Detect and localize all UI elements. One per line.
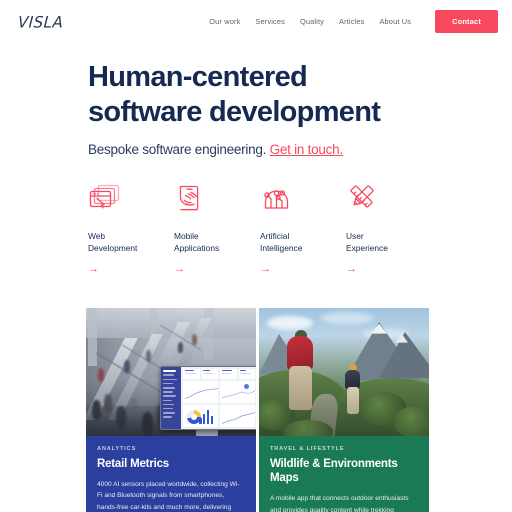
- service-user-experience[interactable]: User Experience →: [346, 183, 432, 275]
- hero-title-line-1: Human-centered: [88, 61, 308, 93]
- brand-logo[interactable]: VISLA: [17, 12, 64, 31]
- nav-item-services[interactable]: Services: [255, 17, 285, 26]
- card-retail-metrics[interactable]: ANALYTICS Retail Metrics 4000 AI sensors…: [86, 307, 256, 512]
- nav-item-about-us[interactable]: About Us: [379, 17, 411, 26]
- card-body: TRAVEL & LIFESTYLE Wildlife & Environmen…: [259, 435, 429, 512]
- service-arrow-link[interactable]: →: [260, 263, 346, 275]
- service-label: Web Development: [88, 231, 154, 255]
- service-label-line-2: Applications: [174, 242, 220, 253]
- service-label: Mobile Applications: [174, 231, 240, 255]
- service-label: Artificial Intelligence: [260, 231, 326, 255]
- landing-page: VISLA Our work Services Quality Articles…: [0, 0, 512, 512]
- service-label: User Experience: [346, 231, 412, 255]
- service-web-development[interactable]: Web Development →: [88, 183, 174, 275]
- contact-button[interactable]: Contact: [435, 10, 498, 33]
- hand-holding-phone-icon: [174, 183, 260, 225]
- service-label-line-2: Intelligence: [260, 242, 303, 253]
- service-label-line-1: User: [346, 230, 364, 241]
- service-arrow-link[interactable]: →: [174, 263, 260, 275]
- service-label-line-1: Artificial: [260, 230, 290, 241]
- service-label-line-2: Development: [88, 242, 138, 253]
- service-artificial-intelligence[interactable]: Artificial Intelligence →: [260, 183, 346, 275]
- card-kicker: TRAVEL & LIFESTYLE: [270, 445, 345, 452]
- card-title: Wildlife & Environments Maps: [270, 457, 398, 484]
- hero-title-line-2: software development: [88, 96, 381, 129]
- nav-item-our-work[interactable]: Our work: [209, 17, 240, 26]
- hero-subtitle: Bespoke software engineering. Get in tou…: [88, 142, 512, 157]
- page-title: Human-centered software development: [88, 60, 448, 131]
- card-image-shopping-mall: [86, 307, 256, 436]
- services-list: Web Development → Mobile Applications → …: [0, 157, 512, 275]
- service-mobile-applications[interactable]: Mobile Applications →: [174, 183, 260, 275]
- card-title: Retail Metrics: [97, 457, 169, 470]
- service-label-line-1: Web: [88, 230, 106, 241]
- service-label-line-2: Experience: [346, 242, 388, 253]
- get-in-touch-link[interactable]: Get in touch.: [270, 142, 344, 157]
- card-description: 4000 AI sensors placed worldwide, collec…: [97, 480, 240, 511]
- service-arrow-link[interactable]: →: [346, 263, 432, 275]
- nav-item-quality[interactable]: Quality: [300, 17, 324, 26]
- card-wildlife-environments-maps[interactable]: TRAVEL & LIFESTYLE Wildlife & Environmen…: [259, 307, 429, 512]
- main-navigation: Our work Services Quality Articles About…: [209, 10, 498, 33]
- pencil-ruler-cross-icon: [346, 183, 432, 225]
- hero-section: Human-centered software development Besp…: [0, 34, 512, 157]
- hero-subtitle-text: Bespoke software engineering.: [88, 141, 267, 157]
- card-body: ANALYTICS Retail Metrics 4000 AI sensors…: [86, 435, 256, 512]
- service-arrow-link[interactable]: →: [88, 263, 174, 275]
- site-header: VISLA Our work Services Quality Articles…: [0, 0, 512, 34]
- card-description: A mobile app that connects outdoor enthu…: [270, 495, 409, 512]
- nav-item-articles[interactable]: Articles: [339, 17, 364, 26]
- card-image-hikers: [259, 307, 429, 436]
- browser-windows-cursor-icon: [88, 183, 174, 225]
- head-neural-network-icon: [260, 183, 346, 225]
- service-label-line-1: Mobile: [174, 230, 199, 241]
- card-kicker: ANALYTICS: [97, 445, 137, 452]
- case-study-cards: ANALYTICS Retail Metrics 4000 AI sensors…: [0, 275, 512, 512]
- analytics-dashboard-screen: [160, 365, 256, 430]
